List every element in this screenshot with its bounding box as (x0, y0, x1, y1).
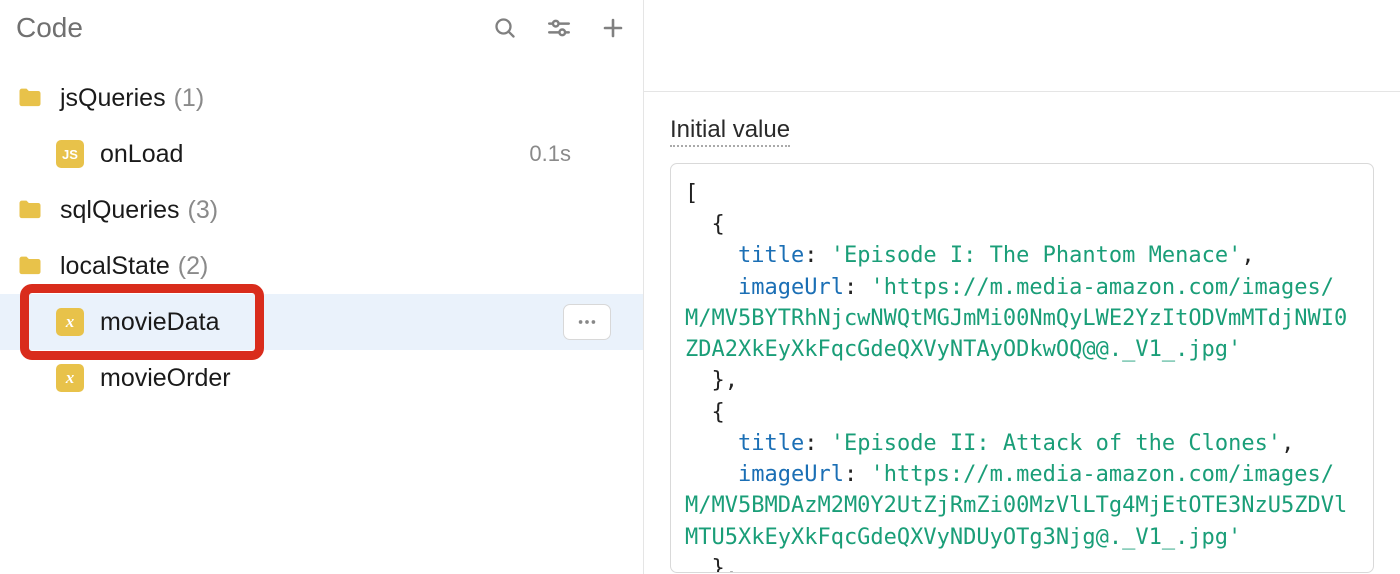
folder-localstate[interactable]: localState (2) (0, 238, 643, 294)
folder-label: localState (60, 252, 170, 281)
folder-sqlqueries[interactable]: sqlQueries (3) (0, 182, 643, 238)
folder-count: (3) (188, 196, 219, 225)
folder-count: (2) (178, 252, 209, 281)
item-label: onLoad (100, 140, 183, 169)
sidebar-title: Code (16, 12, 83, 44)
initial-value-editor[interactable]: [ { title: 'Episode I: The Phantom Menac… (670, 163, 1374, 573)
js-icon: JS (56, 140, 84, 168)
folder-count: (1) (174, 84, 205, 113)
folder-icon (16, 196, 44, 224)
item-onload[interactable]: JS onLoad 0.1s (0, 126, 643, 182)
main-topbar (644, 0, 1400, 92)
search-icon[interactable] (491, 14, 519, 42)
sidebar-actions (491, 14, 627, 42)
sidebar-header: Code (0, 0, 643, 56)
folder-icon (16, 252, 44, 280)
item-label: movieOrder (100, 364, 231, 393)
initial-value-label: Initial value (670, 116, 790, 147)
main-content: Initial value [ { title: 'Episode I: The… (644, 92, 1400, 573)
code-sidebar: Code jsQueries (1) JS onLoad (0, 0, 644, 574)
folder-icon (16, 84, 44, 112)
item-label: movieData (100, 308, 220, 337)
settings-sliders-icon[interactable] (545, 14, 573, 42)
item-movieorder[interactable]: x movieOrder (0, 350, 643, 406)
folder-label: jsQueries (60, 84, 166, 113)
item-time: 0.1s (529, 141, 571, 167)
variable-icon: x (56, 364, 84, 392)
folder-jsqueries[interactable]: jsQueries (1) (0, 70, 643, 126)
folder-label: sqlQueries (60, 196, 180, 225)
item-moviedata[interactable]: x movieData (0, 294, 643, 350)
code-tree: jsQueries (1) JS onLoad 0.1s sqlQueries … (0, 56, 643, 406)
more-actions-button[interactable] (563, 304, 611, 340)
add-icon[interactable] (599, 14, 627, 42)
main-panel: Initial value [ { title: 'Episode I: The… (644, 0, 1400, 574)
variable-icon: x (56, 308, 84, 336)
